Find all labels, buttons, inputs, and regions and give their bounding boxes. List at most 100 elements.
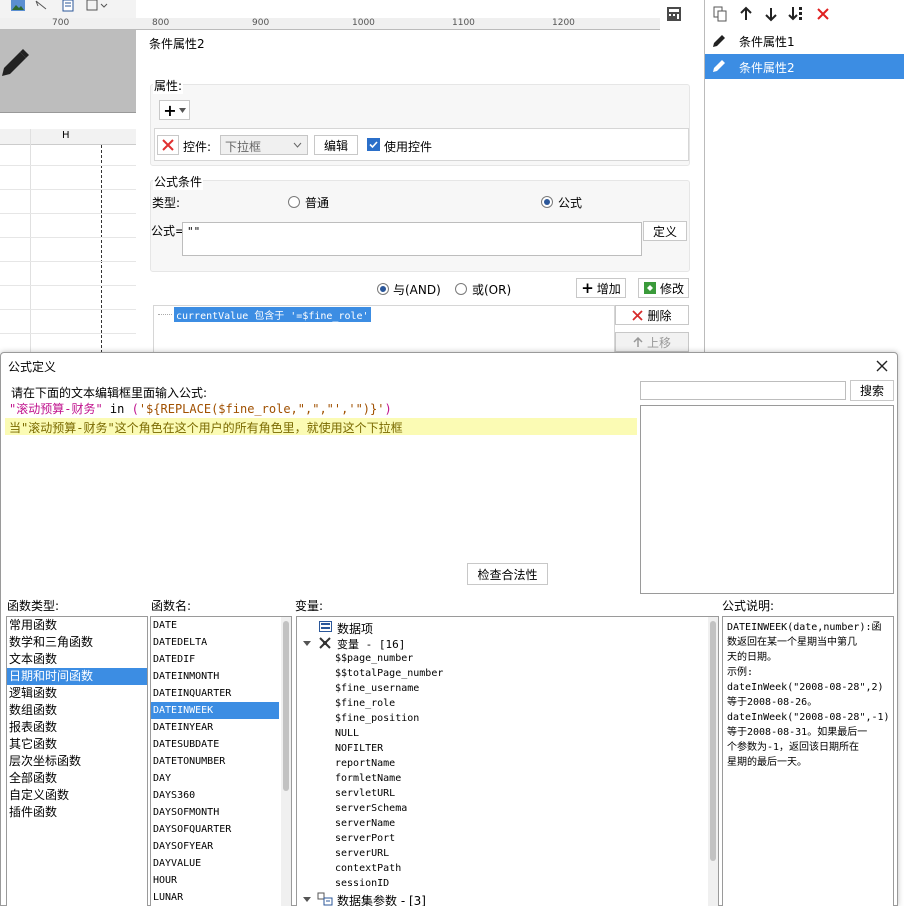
list-item[interactable]: serverURL <box>297 846 709 861</box>
list-item[interactable]: DATEINMONTH <box>151 668 291 685</box>
list-item[interactable]: HOUR <box>151 872 291 889</box>
list-item[interactable]: DAYSOFQUARTER <box>151 821 291 838</box>
list-item[interactable]: 数组函数 <box>7 702 147 719</box>
variable-label: 变量: <box>295 599 324 613</box>
define-button[interactable]: 定义 <box>643 221 687 241</box>
formula-section-label: 公式条件 <box>153 173 204 190</box>
list-item[interactable]: LUNAR <box>151 889 291 906</box>
list-item[interactable]: $$page_number <box>297 651 709 666</box>
move-bottom-icon[interactable] <box>788 6 806 22</box>
list-item[interactable]: DATEDIF <box>151 651 291 668</box>
search-input[interactable] <box>640 381 846 400</box>
modify-condition-button[interactable]: 修改 <box>638 278 689 298</box>
use-control-checkbox[interactable] <box>367 138 380 151</box>
formula-editor[interactable]: "滚动预算-财务" in ('${REPLACE($fine_role,",",… <box>5 401 637 553</box>
copy-icon[interactable] <box>712 6 728 22</box>
scrollbar[interactable] <box>708 617 718 906</box>
edit-button[interactable]: 编辑 <box>314 135 358 155</box>
type-label: 类型: <box>152 196 181 210</box>
condition-item[interactable]: currentValue 包含于 '=$fine_role' <box>174 307 371 322</box>
list-item[interactable]: contextPath <box>297 861 709 876</box>
function-type-list: 常用函数 数学和三角函数 文本函数 日期和时间函数 逻辑函数 数组函数 报表函数… <box>6 616 148 906</box>
list-item[interactable]: $fine_username <box>297 681 709 696</box>
or-radio[interactable] <box>455 283 467 295</box>
list-item[interactable]: 全部函数 <box>7 770 147 787</box>
scrollbar[interactable] <box>281 617 291 906</box>
chevron-down-icon <box>178 107 186 113</box>
formula-input[interactable]: "" <box>182 222 642 256</box>
condition-list: currentValue 包含于 '=$fine_role' <box>153 305 615 355</box>
list-item[interactable]: sessionID <box>297 876 709 891</box>
list-item[interactable]: 报表函数 <box>7 719 147 736</box>
list-item[interactable]: $fine_role <box>297 696 709 711</box>
list-item[interactable]: DATEINYEAR <box>151 719 291 736</box>
list-item[interactable]: servletURL <box>297 786 709 801</box>
and-radio[interactable] <box>377 283 389 295</box>
shape-dropdown-icon[interactable] <box>86 0 108 12</box>
list-item[interactable]: formletName <box>297 771 709 786</box>
list-item[interactable]: DATETONUMBER <box>151 753 291 770</box>
move-up-button[interactable]: 上移 <box>615 332 689 352</box>
close-icon <box>632 309 644 321</box>
add-attribute-button[interactable]: + <box>159 100 190 120</box>
attribute-section-label: 属性: <box>153 77 184 94</box>
list-item[interactable]: serverSchema <box>297 801 709 816</box>
list-item[interactable]: DATE <box>151 617 291 634</box>
arrow-tool-icon[interactable] <box>34 0 48 12</box>
list-item[interactable]: serverName <box>297 816 709 831</box>
top-toolbar <box>0 0 136 18</box>
type-normal-label: 普通 <box>305 196 330 210</box>
close-icon[interactable] <box>875 359 889 373</box>
close-icon <box>162 139 174 151</box>
formula-dialog: 公式定义 请在下面的文本编辑框里面输入公式: "滚动预算-财务" in ('${… <box>0 352 898 906</box>
list-item[interactable]: DAYSOFYEAR <box>151 838 291 855</box>
list-item[interactable]: 其它函数 <box>7 736 147 753</box>
list-item[interactable]: serverPort <box>297 831 709 846</box>
control-select[interactable]: 下拉框 <box>220 135 308 155</box>
list-item[interactable]: NULL <box>297 726 709 741</box>
list-item[interactable]: 插件函数 <box>7 804 147 821</box>
list-item[interactable]: DAYSOFMONTH <box>151 804 291 821</box>
list-item[interactable]: 自定义函数 <box>7 787 147 804</box>
list-item[interactable]: DATEINQUARTER <box>151 685 291 702</box>
list-item[interactable]: 逻辑函数 <box>7 685 147 702</box>
arrow-down-icon[interactable] <box>764 6 778 22</box>
delete-condition-button[interactable]: 删除 <box>615 305 689 325</box>
list-item[interactable]: 常用函数 <box>7 617 147 634</box>
list-item[interactable]: $fine_position <box>297 711 709 726</box>
list-item[interactable]: DATESUBDATE <box>151 736 291 753</box>
right-list-item-1[interactable]: 条件属性1 <box>705 29 904 53</box>
list-item[interactable]: DAYVALUE <box>151 855 291 872</box>
image-icon[interactable] <box>10 0 26 12</box>
search-button[interactable]: 搜索 <box>850 380 894 401</box>
list-item[interactable]: 日期和时间函数 <box>7 668 147 685</box>
dialog-title: 公式定义 <box>8 360 57 374</box>
list-item[interactable]: DATEDELTA <box>151 634 291 651</box>
list-item[interactable]: 文本函数 <box>7 651 147 668</box>
tree-node-variables[interactable]: 变量 - [16] <box>297 635 697 651</box>
calculator-icon[interactable] <box>666 6 682 22</box>
column-header-h[interactable]: H <box>62 130 70 141</box>
spreadsheet-area: H <box>0 112 136 353</box>
remove-control-button[interactable] <box>157 135 179 155</box>
list-item[interactable]: NOFILTER <box>297 741 709 756</box>
type-formula-radio[interactable] <box>541 196 553 208</box>
tree-node-data-item[interactable]: 数据项 <box>297 619 697 636</box>
right-list-item-2[interactable]: 条件属性2 <box>705 54 904 79</box>
description-line: 等于2008-08-26。 <box>727 697 818 708</box>
list-item[interactable]: DAYS360 <box>151 787 291 804</box>
add-condition-button[interactable]: + 增加 <box>576 278 626 298</box>
tree-node-dataset-params[interactable]: 数据集参数 - [3] <box>297 891 697 906</box>
list-item[interactable]: DAY <box>151 770 291 787</box>
close-icon[interactable] <box>816 7 830 21</box>
list-item[interactable]: reportName <box>297 756 709 771</box>
check-validity-button[interactable]: 检查合法性 <box>467 563 548 585</box>
list-item[interactable]: $$totalPage_number <box>297 666 709 681</box>
list-item[interactable]: DATEINWEEK <box>151 702 279 719</box>
list-item[interactable]: 层次坐标函数 <box>7 753 147 770</box>
document-icon[interactable] <box>62 0 74 12</box>
arrow-up-icon[interactable] <box>739 6 753 22</box>
chevron-down-icon <box>303 897 311 902</box>
type-normal-radio[interactable] <box>288 196 300 208</box>
list-item[interactable]: 数学和三角函数 <box>7 634 147 651</box>
